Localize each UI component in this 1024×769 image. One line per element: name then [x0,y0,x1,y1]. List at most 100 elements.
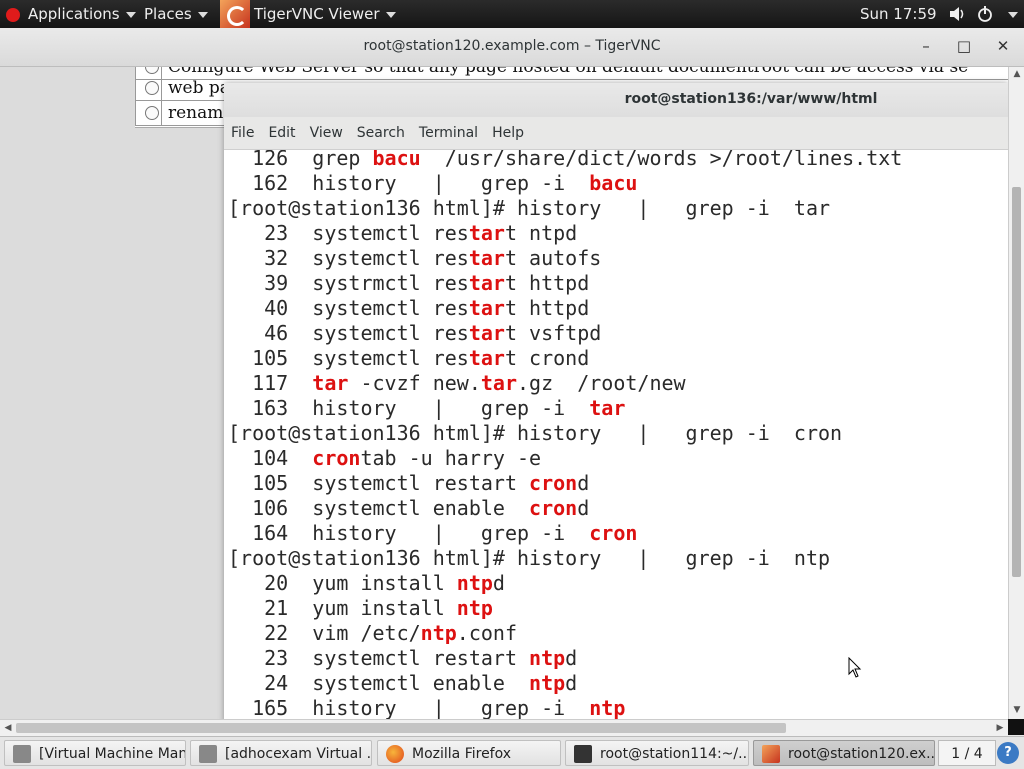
terminal-titlebar[interactable]: root@station136:/var/www/html [224,83,1008,117]
scrollbar-corner [1008,719,1024,735]
terminal-line: [root@station136 html]# history | grep -… [228,546,830,571]
terminal-text: d [492,571,505,595]
terminal-line: 39 systrmctl restart httpd [228,271,589,296]
places-label: Places [144,5,192,23]
terminal-text: 46 systemctl res [228,321,469,345]
workspace-pager[interactable]: 1 / 4 [938,740,996,766]
scroll-left-icon[interactable]: ◀ [0,721,16,735]
terminal-line: 105 systemctl restart crond [228,346,589,371]
places-menu[interactable]: Places [144,0,208,28]
task-tigervnc-station120[interactable]: root@station120.ex... [753,740,935,766]
task-label: root@station114:~/... [600,746,749,762]
terminal-text: t crond [504,346,590,370]
chevron-down-icon [385,11,396,18]
horizontal-scrollbar[interactable]: ◀ ▶ [0,719,1008,736]
task-terminal-station114[interactable]: root@station114:~/... [565,740,749,766]
match-highlight: tar [468,271,505,295]
terminal-text: 126 grep [228,150,373,170]
scroll-right-icon[interactable]: ▶ [992,721,1008,735]
terminal-text: 40 systemctl res [228,296,469,320]
applications-menu[interactable]: Applications [0,0,136,28]
radio-icon[interactable] [145,106,159,120]
terminal-line: 105 systemctl restart crond [228,471,589,496]
terminal-output[interactable]: 126 grep bacu /usr/share/dict/words >/ro… [224,150,1008,719]
task-label: [Virtual Machine Man... [39,746,186,762]
terminal-text: d [565,646,578,670]
scroll-up-icon[interactable]: ▲ [1009,67,1024,81]
terminal-line: 164 history | grep -i cron [228,521,637,546]
terminal-text: 163 history | grep -i [228,396,590,420]
vnc-window-titlebar[interactable]: root@station120.example.com – TigerVNC –… [0,28,1024,67]
task-virtual-machine-manager[interactable]: [Virtual Machine Man... [4,740,186,766]
terminal-line: 117 tar -cvzf new.tar.gz /root/new [228,371,686,396]
terminal-text: 21 yum install [228,596,457,620]
match-highlight: tar [312,371,349,395]
match-highlight: tar [468,296,505,320]
terminal-text: 117 [228,371,313,395]
terminal-text: 106 systemctl enable [228,496,530,520]
horizontal-scroll-thumb[interactable] [16,723,786,733]
terminal-text: tab -u harry -e [360,446,542,470]
terminal-text: t autofs [504,246,602,270]
terminal-text: 23 systemctl res [228,221,469,245]
terminal-line: 23 systemctl restart ntpd [228,221,577,246]
terminal-text: .gz /root/new [517,371,686,395]
menu-file[interactable]: File [224,117,261,149]
match-highlight: bacu [589,171,638,195]
menu-view[interactable]: View [303,117,350,149]
terminal-text: [root@station136 html]# history | grep -… [228,421,843,445]
active-app-menu[interactable]: TigerVNC Viewer [220,0,396,28]
terminal-text: 162 history | grep -i [228,171,590,195]
match-highlight: cron [312,446,361,470]
terminal-text: 20 yum install [228,571,457,595]
top-panel: Applications Places TigerVNC Viewer Sun … [0,0,1024,28]
match-highlight: tar [480,371,517,395]
terminal-icon [574,745,592,763]
terminal-text: [root@station136 html]# history | grep -… [228,546,831,570]
match-highlight: cron [529,471,578,495]
terminal-line: 22 vim /etc/ntp.conf [228,621,517,646]
terminal-line: 126 grep bacu /usr/share/dict/words >/ro… [228,150,902,171]
terminal-text: 105 systemctl res [228,346,469,370]
clock[interactable]: Sun 17:59 [860,0,937,28]
help-icon[interactable]: ? [997,742,1019,764]
clock-label: Sun 17:59 [860,5,937,23]
terminal-text: 165 history | grep -i [228,696,590,719]
terminal-menubar: File Edit View Search Terminal Help [224,117,1008,150]
terminal-line: 20 yum install ntpd [228,571,505,596]
terminal-text: 104 [228,446,313,470]
radio-icon[interactable] [145,81,159,95]
system-menu-chevron-icon[interactable] [1002,0,1018,28]
menu-search[interactable]: Search [350,117,412,149]
power-icon[interactable] [976,0,994,28]
terminal-line: 104 crontab -u harry -e [228,446,541,471]
match-highlight: tar [468,246,505,270]
volume-icon[interactable] [948,0,966,28]
terminal-text: 39 systrmctl res [228,271,469,295]
maximize-button[interactable]: □ [952,34,976,58]
match-highlight: ntp [456,571,493,595]
radio-icon[interactable] [145,67,159,74]
terminal-line: [root@station136 html]# history | grep -… [228,196,830,221]
task-label: Mozilla Firefox [412,746,512,762]
task-firefox[interactable]: Mozilla Firefox [377,740,561,766]
match-highlight: tar [468,346,505,370]
match-highlight: cron [589,521,638,545]
minimize-button[interactable]: – [914,34,938,58]
menu-edit[interactable]: Edit [261,117,302,149]
vertical-scroll-thumb[interactable] [1012,187,1021,577]
terminal-line: 24 systemctl enable ntpd [228,671,577,696]
menu-terminal[interactable]: Terminal [412,117,485,149]
task-adhocexam[interactable]: [adhocexam Virtual ... [190,740,372,766]
tigervnc-icon [762,745,780,763]
menu-help[interactable]: Help [485,117,531,149]
close-button[interactable]: ✕ [991,34,1015,58]
virt-manager-icon [13,745,31,763]
vnc-window-title: root@station120.example.com – TigerVNC [363,38,661,54]
terminal-window[interactable]: root@station136:/var/www/html File Edit Vi… [224,83,1008,719]
scroll-down-icon[interactable]: ▼ [1009,703,1024,717]
terminal-text: t ntpd [504,221,578,245]
remote-desktop[interactable]: Configure Web Server so that any page ho… [0,67,1008,719]
vertical-scrollbar[interactable]: ▲ ▼ [1008,67,1024,719]
task-label: [adhocexam Virtual ... [225,746,372,762]
